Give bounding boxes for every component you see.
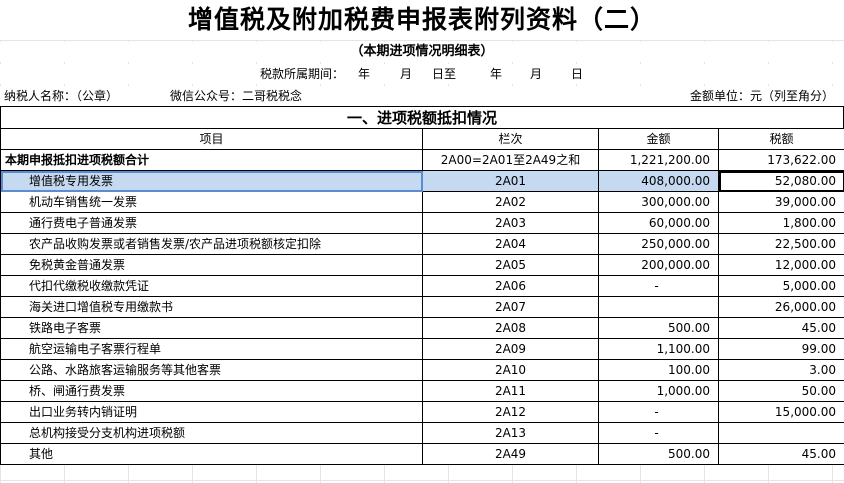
spreadsheet-sheet[interactable]: 增值税及附加税费申报表附列资料（二） （本期进项情况明细表） 税款所属期间： 年… xyxy=(0,0,844,483)
table-row: 免税黄金普通发票 2A05 200,000.00 12,000.00 xyxy=(0,254,844,276)
cell-item[interactable]: 通行费电子普通发票 xyxy=(0,212,423,234)
cell-item[interactable]: 机动车销售统一发票 xyxy=(0,191,423,213)
cell-amount[interactable]: 300,000.00 xyxy=(598,191,719,213)
cell-column[interactable]: 2A04 xyxy=(422,233,599,255)
cell-column[interactable]: 2A01 xyxy=(422,170,599,192)
cell-tax[interactable]: 12,000.00 xyxy=(718,254,844,276)
table-header-row: 项目 栏次 金额 税额 xyxy=(0,128,844,150)
cell-column[interactable]: 2A00=2A01至2A49之和 xyxy=(422,149,599,171)
cell-amount[interactable]: 500.00 xyxy=(598,443,719,465)
cell-item[interactable]: 海关进口增值税专用缴款书 xyxy=(0,296,423,318)
cell-tax[interactable]: 45.00 xyxy=(718,443,844,465)
cell-column[interactable]: 2A06 xyxy=(422,275,599,297)
cell-tax[interactable]: 15,000.00 xyxy=(718,401,844,423)
cell-item[interactable]: 代扣代缴税收缴款凭证 xyxy=(0,275,423,297)
table-row: 海关进口增值税专用缴款书 2A07 26,000.00 xyxy=(0,296,844,318)
cell-tax[interactable]: 1,800.00 xyxy=(718,212,844,234)
form-subtitle: （本期进项情况明细表） xyxy=(0,42,844,62)
cell-tax[interactable]: 173,622.00 xyxy=(718,149,844,171)
period-day-to: 日至 xyxy=(432,67,457,81)
cell-tax-active[interactable]: 52,080.00 xyxy=(718,170,844,192)
taxpayer-name-label: 纳税人名称：（公章） xyxy=(4,89,119,103)
table-row: 其他 2A49 500.00 45.00 xyxy=(0,443,844,465)
cell-column[interactable]: 2A13 xyxy=(422,422,599,444)
cell-column[interactable]: 2A02 xyxy=(422,191,599,213)
period-month-start: 月 xyxy=(400,67,413,81)
cell-item[interactable]: 增值税专用发票 xyxy=(0,170,423,192)
cell-amount[interactable]: 500.00 xyxy=(598,317,719,339)
cell-item[interactable]: 免税黄金普通发票 xyxy=(0,254,423,276)
cell-tax[interactable]: 50.00 xyxy=(718,380,844,402)
header-tax: 税额 xyxy=(718,128,844,150)
period-label: 税款所属期间： xyxy=(260,67,345,81)
period-day-end: 日 xyxy=(571,67,584,81)
period-year-start: 年 xyxy=(358,67,371,81)
header-item: 项目 xyxy=(0,128,423,150)
form-title: 增值税及附加税费申报表附列资料（二） xyxy=(0,0,844,40)
cell-item[interactable]: 航空运输电子客票行程单 xyxy=(0,338,423,360)
cell-amount[interactable] xyxy=(598,296,719,318)
table-row: 代扣代缴税收缴款凭证 2A06 - 5,000.00 xyxy=(0,275,844,297)
cell-amount[interactable]: - xyxy=(598,275,719,297)
cell-amount[interactable]: 250,000.00 xyxy=(598,233,719,255)
cell-column[interactable]: 2A49 xyxy=(422,443,599,465)
table-row-total: 本期申报抵扣进项税额合计 2A00=2A01至2A49之和 1,221,200.… xyxy=(0,149,844,171)
taxpayer-info-row: 纳税人名称：（公章） 微信公众号：二哥税税念 金额单位：元（列至角分） xyxy=(0,86,844,106)
cell-tax[interactable]: 5,000.00 xyxy=(718,275,844,297)
cell-item[interactable]: 出口业务转内销证明 xyxy=(0,401,423,423)
cell-amount[interactable]: 100.00 xyxy=(598,359,719,381)
period-year-end: 年 xyxy=(490,67,503,81)
cell-tax[interactable]: 22,500.00 xyxy=(718,233,844,255)
cell-item[interactable]: 其他 xyxy=(0,443,423,465)
header-column: 栏次 xyxy=(422,128,599,150)
cell-column[interactable]: 2A09 xyxy=(422,338,599,360)
table-row: 出口业务转内销证明 2A12 - 15,000.00 xyxy=(0,401,844,423)
table-row: 通行费电子普通发票 2A03 60,000.00 1,800.00 xyxy=(0,212,844,234)
cell-amount[interactable]: 408,000.00 xyxy=(598,170,719,192)
cell-tax[interactable]: 39,000.00 xyxy=(718,191,844,213)
header-amount: 金额 xyxy=(598,128,719,150)
wechat-label: 微信公众号：二哥税税念 xyxy=(170,89,303,103)
table-row: 总机构接受分支机构进项税额 2A13 - xyxy=(0,422,844,444)
cell-amount[interactable]: - xyxy=(598,401,719,423)
cell-column[interactable]: 2A10 xyxy=(422,359,599,381)
table-row: 机动车销售统一发票 2A02 300,000.00 39,000.00 xyxy=(0,191,844,213)
period-month-end: 月 xyxy=(530,67,543,81)
table-row: 农产品收购发票或者销售发票/农产品进项税额核定扣除 2A04 250,000.0… xyxy=(0,233,844,255)
cell-amount[interactable]: 200,000.00 xyxy=(598,254,719,276)
table-row: 公路、水路旅客运输服务等其他客票 2A10 100.00 3.00 xyxy=(0,359,844,381)
cell-column[interactable]: 2A07 xyxy=(422,296,599,318)
cell-tax[interactable]: 26,000.00 xyxy=(718,296,844,318)
cell-item[interactable]: 铁路电子客票 xyxy=(0,317,423,339)
table-row: 增值税专用发票 2A01 408,000.00 52,080.00 xyxy=(0,170,844,192)
cell-amount[interactable]: - xyxy=(598,422,719,444)
cell-amount[interactable]: 1,221,200.00 xyxy=(598,149,719,171)
table-row: 铁路电子客票 2A08 500.00 45.00 xyxy=(0,317,844,339)
cell-column[interactable]: 2A11 xyxy=(422,380,599,402)
cell-tax[interactable]: 99.00 xyxy=(718,338,844,360)
cell-amount[interactable]: 60,000.00 xyxy=(598,212,719,234)
tax-period-row: 税款所属期间： 年 月 日至 年 月 日 xyxy=(0,64,844,84)
cell-column[interactable]: 2A05 xyxy=(422,254,599,276)
cell-item[interactable]: 公路、水路旅客运输服务等其他客票 xyxy=(0,359,423,381)
input-tax-table: 项目 栏次 金额 税额 本期申报抵扣进项税额合计 2A00=2A01至2A49之… xyxy=(0,128,844,465)
cell-amount[interactable]: 1,100.00 xyxy=(598,338,719,360)
cell-tax[interactable]: 3.00 xyxy=(718,359,844,381)
cell-tax[interactable]: 45.00 xyxy=(718,317,844,339)
amount-unit-label: 金额单位：元（列至角分） xyxy=(689,89,834,103)
cell-amount[interactable]: 1,000.00 xyxy=(598,380,719,402)
cell-column[interactable]: 2A08 xyxy=(422,317,599,339)
table-row: 航空运输电子客票行程单 2A09 1,100.00 99.00 xyxy=(0,338,844,360)
cell-item[interactable]: 桥、闸通行费发票 xyxy=(0,380,423,402)
cell-column[interactable]: 2A03 xyxy=(422,212,599,234)
cell-column[interactable]: 2A12 xyxy=(422,401,599,423)
table-row: 桥、闸通行费发票 2A11 1,000.00 50.00 xyxy=(0,380,844,402)
cell-item[interactable]: 总机构接受分支机构进项税额 xyxy=(0,422,423,444)
cell-tax[interactable] xyxy=(718,422,844,444)
cell-item[interactable]: 本期申报抵扣进项税额合计 xyxy=(0,149,423,171)
section-title: 一、进项税额抵扣情况 xyxy=(0,106,844,129)
cell-item[interactable]: 农产品收购发票或者销售发票/农产品进项税额核定扣除 xyxy=(0,233,423,255)
